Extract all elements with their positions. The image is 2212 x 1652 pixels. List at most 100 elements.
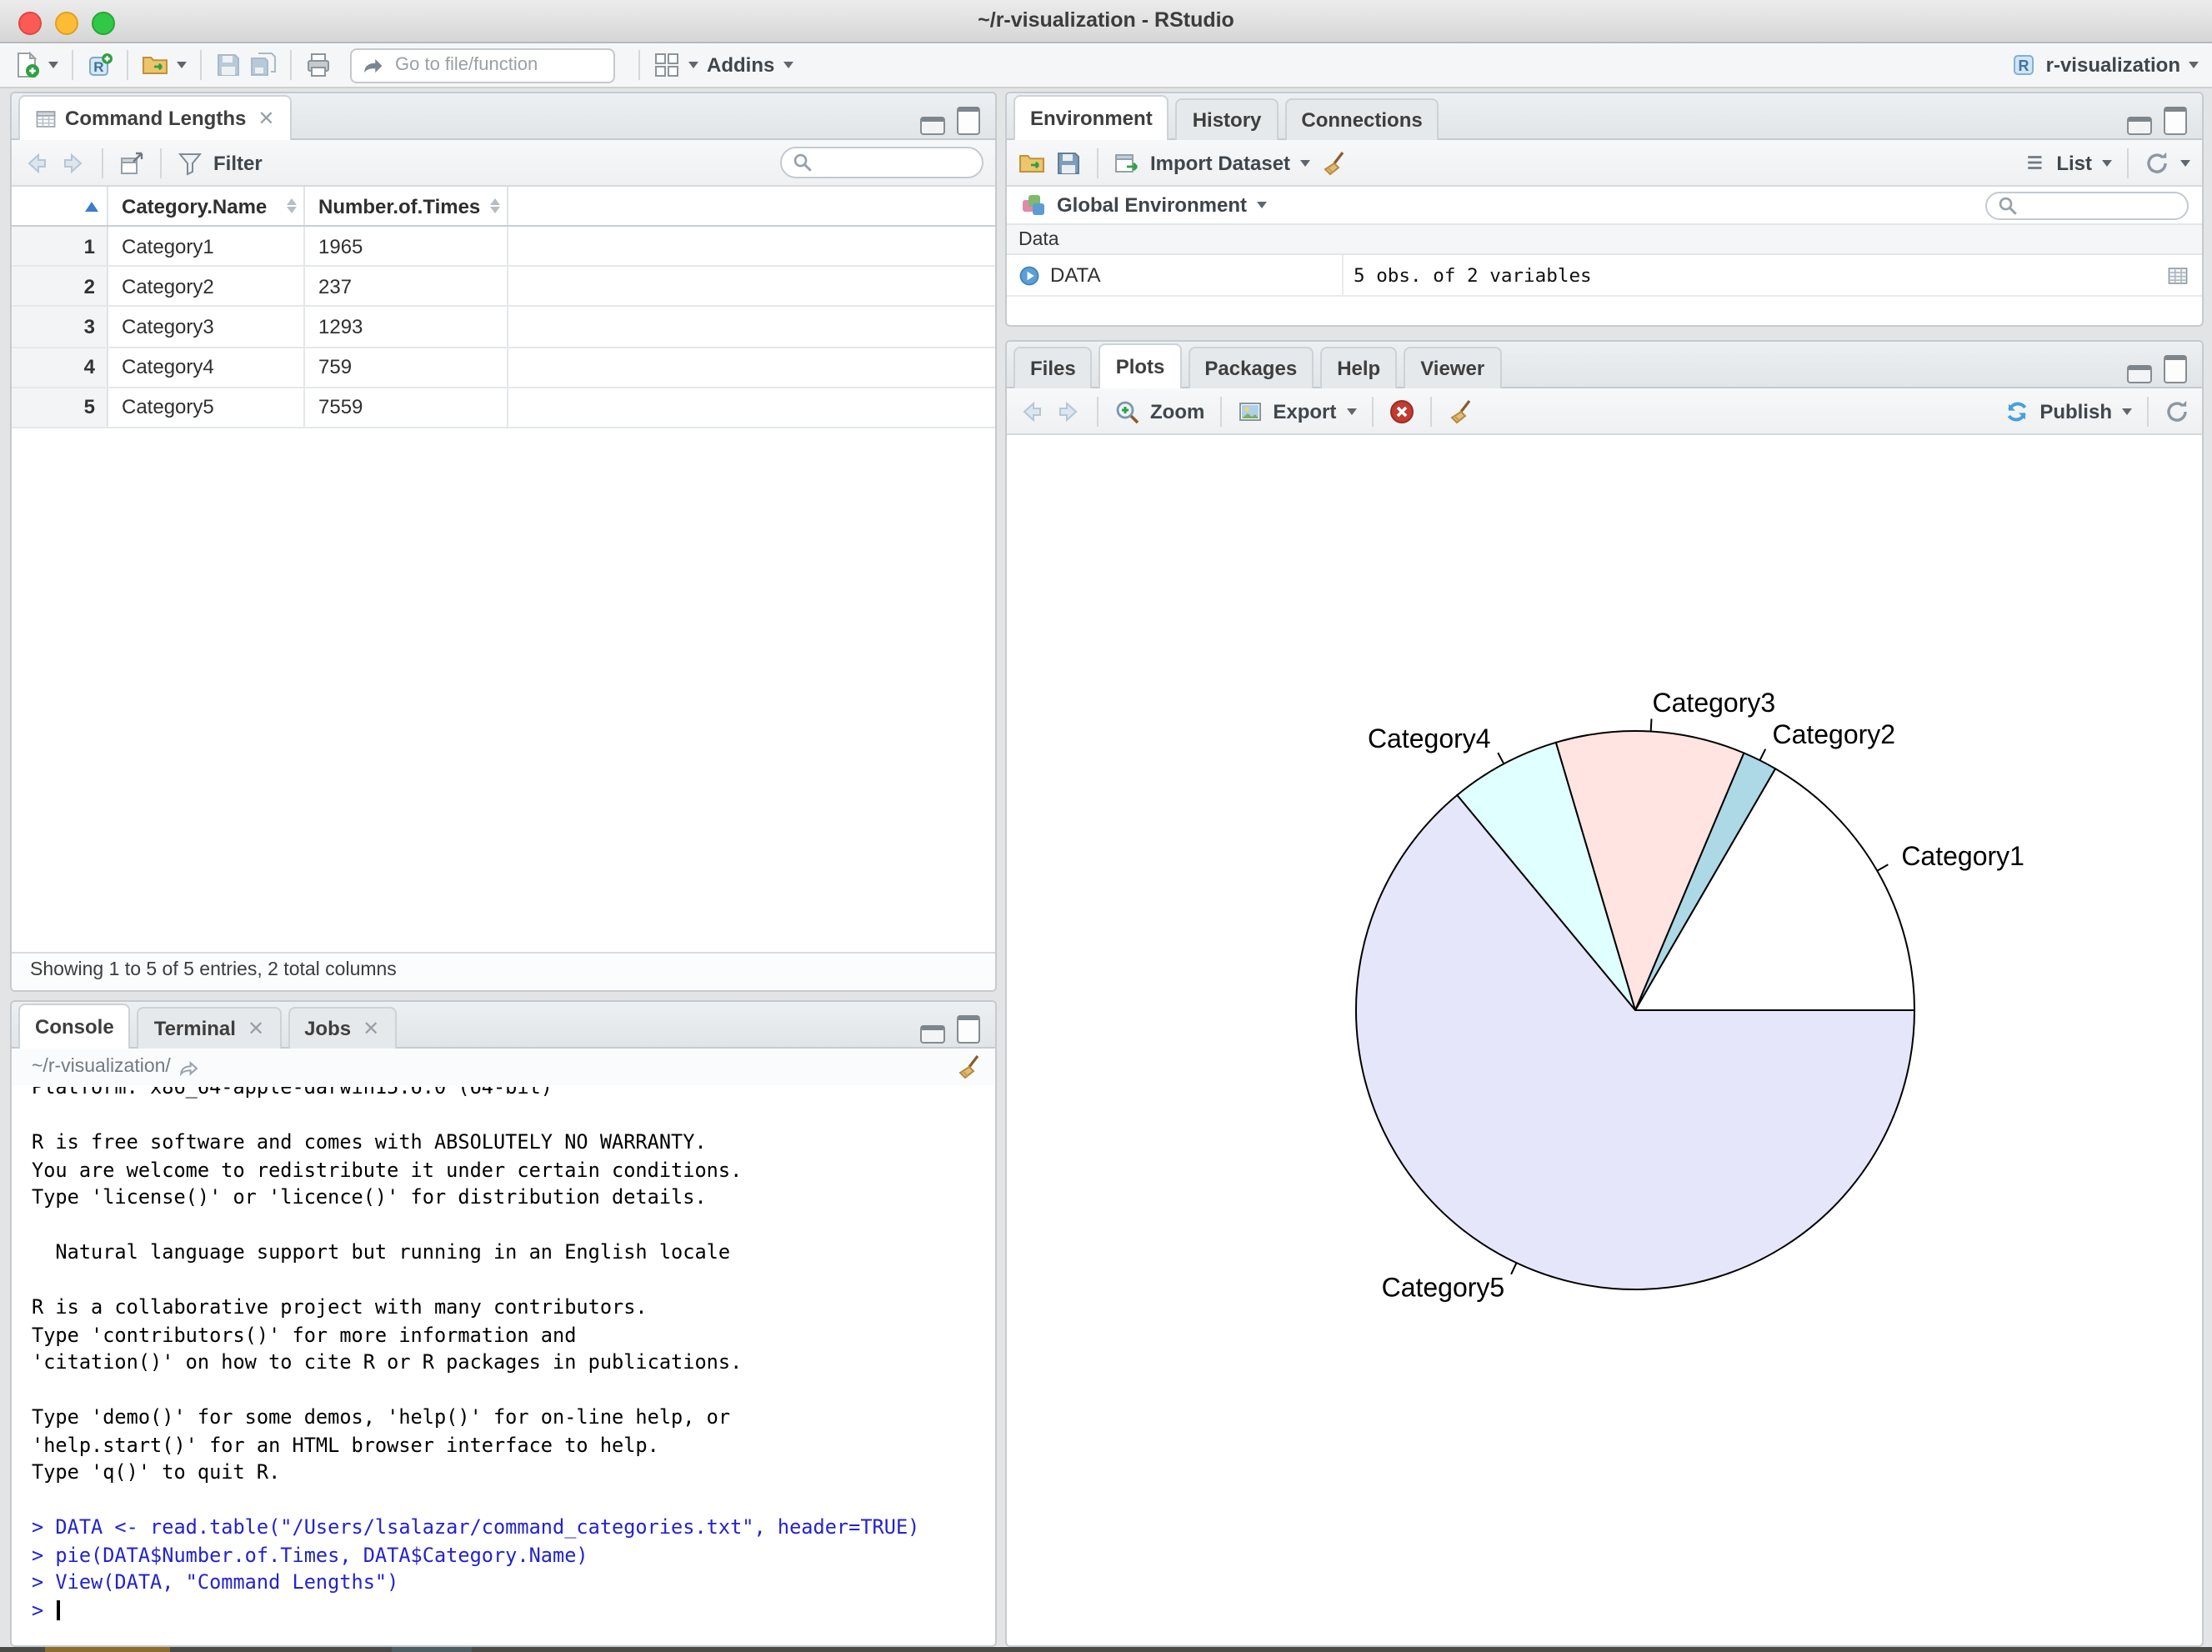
table-icon	[35, 108, 57, 129]
close-icon[interactable]: ✕	[363, 1019, 379, 1039]
new-file-dropdown-caret[interactable]	[48, 62, 58, 68]
next-plot-icon[interactable]	[1055, 398, 1082, 424]
new-file-icon[interactable]	[13, 52, 40, 78]
row-number-header[interactable]	[12, 187, 108, 225]
table-row[interactable]: 5 Category5 7559	[12, 388, 995, 428]
table-row[interactable]: 1 Category1 1965	[12, 227, 995, 268]
clear-all-plots-icon[interactable]	[1446, 398, 1473, 424]
refresh-icon[interactable]	[2144, 149, 2170, 176]
expand-object-icon[interactable]	[1018, 264, 1040, 286]
environment-search-input[interactable]	[2025, 193, 2177, 217]
minimize-pane-icon[interactable]	[920, 1025, 945, 1044]
goto-file-function-input[interactable]	[392, 53, 635, 77]
search-icon	[1997, 194, 2019, 216]
goto-file-function-box[interactable]	[350, 48, 635, 83]
maximize-pane-icon[interactable]	[2164, 355, 2187, 383]
load-workspace-icon[interactable]	[1018, 149, 1045, 176]
maximize-pane-icon[interactable]	[2164, 107, 2187, 135]
forward-icon[interactable]	[60, 149, 87, 176]
environment-scope-selector[interactable]: Global Environment	[1057, 193, 1247, 217]
tab-jobs[interactable]: Jobs ✕	[288, 1007, 397, 1049]
print-icon[interactable]	[305, 52, 332, 78]
pane-layout-caret[interactable]	[688, 62, 698, 68]
category-name-cell: Category2	[108, 267, 305, 306]
tab-connections[interactable]: Connections	[1284, 98, 1439, 140]
new-project-icon[interactable]: R	[87, 52, 113, 78]
tab-console[interactable]: Console	[18, 1004, 131, 1049]
console-output-line: Platform: x86_64-apple-darwin15.6.0 (64-…	[32, 1087, 553, 1099]
clear-environment-icon[interactable]	[1320, 149, 1347, 176]
environment-search-box[interactable]	[1985, 191, 2189, 219]
close-icon[interactable]: ✕	[248, 1019, 264, 1039]
environment-object-row[interactable]: DATA 5 obs. of 2 variables	[1007, 255, 2202, 297]
tab-history[interactable]: History	[1175, 98, 1279, 140]
previous-plot-icon[interactable]	[1018, 398, 1045, 424]
import-dataset-caret[interactable]	[1300, 159, 1311, 166]
table-row[interactable]: 2 Category2 237	[12, 267, 995, 308]
tab-environment[interactable]: Environment	[1013, 95, 1169, 140]
zoom-button[interactable]: Zoom	[1150, 399, 1204, 423]
row-number-cell: 2	[12, 267, 108, 306]
publish-caret[interactable]	[2122, 408, 2132, 414]
scope-caret[interactable]	[1257, 202, 1268, 208]
viewer-search-box[interactable]	[780, 147, 983, 178]
save-workspace-icon[interactable]	[1055, 149, 1082, 176]
export-button[interactable]: Export	[1273, 399, 1336, 423]
view-table-icon[interactable]	[2167, 264, 2189, 286]
pie-chart: Category1 Category2Category3 Category4 Cate…	[1355, 688, 2024, 1302]
minimize-pane-icon[interactable]	[2127, 365, 2152, 383]
console-output-line: Type 'q()' to quit R.	[32, 1460, 281, 1484]
back-icon[interactable]	[23, 149, 50, 176]
pane-buttons	[920, 107, 980, 135]
minimize-pane-icon[interactable]	[920, 117, 945, 135]
export-caret[interactable]	[1346, 408, 1357, 414]
pie-label-tick	[1510, 1262, 1518, 1275]
save-icon[interactable]	[215, 52, 242, 78]
export-plot-icon[interactable]	[1236, 398, 1263, 424]
remove-plot-icon[interactable]	[1388, 398, 1414, 424]
tab-viewer[interactable]: Viewer	[1404, 347, 1502, 388]
show-in-new-window-icon[interactable]	[118, 149, 145, 176]
tab-help[interactable]: Help	[1320, 347, 1398, 388]
console-output[interactable]: Platform: x86_64-apple-darwin15.6.0 (64-…	[12, 1087, 995, 1645]
tab-terminal[interactable]: Terminal ✕	[137, 1007, 282, 1049]
table-row[interactable]: 3 Category3 1293	[12, 307, 995, 348]
filter-button[interactable]: Filter	[213, 151, 263, 174]
column-header-number-of-times[interactable]: Number.of.Times	[305, 187, 508, 225]
console-prompt[interactable]: >	[32, 1596, 995, 1624]
zoom-plot-icon[interactable]	[1114, 398, 1140, 424]
import-dataset-button[interactable]: Import Dataset	[1150, 151, 1290, 174]
open-recent-caret[interactable]	[177, 62, 187, 68]
close-icon[interactable]: ✕	[258, 108, 274, 128]
refresh-plot-icon[interactable]	[2164, 398, 2190, 424]
pane-layout-icon[interactable]	[653, 52, 680, 78]
list-view-icon[interactable]	[2024, 152, 2046, 173]
tab-packages[interactable]: Packages	[1188, 347, 1314, 388]
import-dataset-icon[interactable]	[1114, 149, 1140, 176]
column-header-category-name[interactable]: Category.Name	[108, 187, 305, 225]
list-view-button[interactable]: List	[2056, 151, 2092, 174]
tab-plots[interactable]: Plots	[1098, 343, 1182, 388]
tab-files[interactable]: Files	[1013, 347, 1093, 388]
publish-icon[interactable]	[2003, 398, 2029, 424]
open-dir-icon[interactable]	[179, 1056, 201, 1078]
sort-ascending-icon	[85, 201, 98, 211]
maximize-pane-icon[interactable]	[957, 107, 980, 135]
publish-button[interactable]: Publish	[2039, 399, 2112, 423]
minimize-pane-icon[interactable]	[2127, 117, 2152, 135]
open-file-icon[interactable]	[142, 52, 168, 78]
clear-console-icon[interactable]	[955, 1054, 982, 1080]
refresh-caret[interactable]	[2180, 159, 2190, 166]
viewer-search-input[interactable]	[820, 151, 972, 174]
filter-icon[interactable]	[177, 149, 203, 176]
maximize-pane-icon[interactable]	[957, 1015, 980, 1044]
addins-caret[interactable]	[783, 62, 793, 68]
addins-menu[interactable]: Addins	[707, 53, 774, 77]
project-menu[interactable]: R r-visualization	[2011, 52, 2199, 78]
table-row[interactable]: 4 Category4 759	[12, 348, 995, 388]
list-view-caret[interactable]	[2102, 159, 2112, 166]
save-all-icon[interactable]	[250, 52, 277, 78]
tab-command-lengths[interactable]: Command Lengths ✕	[18, 95, 292, 140]
